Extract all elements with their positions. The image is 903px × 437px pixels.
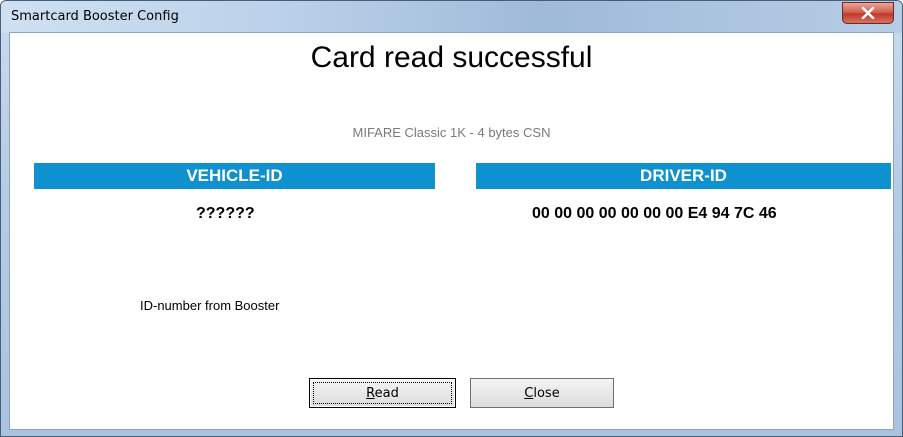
read-button[interactable]: Read xyxy=(309,378,456,408)
title-bar[interactable]: Smartcard Booster Config xyxy=(1,1,902,33)
close-button[interactable]: Close xyxy=(470,378,614,408)
focus-rectangle xyxy=(313,382,452,404)
close-icon xyxy=(861,7,875,19)
card-type-label: MIFARE Classic 1K - 4 bytes CSN xyxy=(352,125,551,140)
window-title: Smartcard Booster Config xyxy=(11,9,179,24)
close-button-label: Close xyxy=(524,385,560,401)
driver-id-value: 00 00 00 00 00 00 00 E4 94 7C 46 xyxy=(532,205,777,222)
vehicle-id-header: VEHICLE-ID xyxy=(34,163,435,189)
window-close-button[interactable] xyxy=(842,2,894,24)
dialog-body: Card read successful MIFARE Classic 1K -… xyxy=(9,32,894,430)
booster-id-note: ID-number from Booster xyxy=(140,298,280,313)
driver-id-header: DRIVER-ID xyxy=(476,163,891,189)
dialog-window: Smartcard Booster Config Card read succe… xyxy=(0,0,903,437)
status-heading: Card read successful xyxy=(310,41,593,74)
vehicle-id-value: ?????? xyxy=(196,205,255,222)
